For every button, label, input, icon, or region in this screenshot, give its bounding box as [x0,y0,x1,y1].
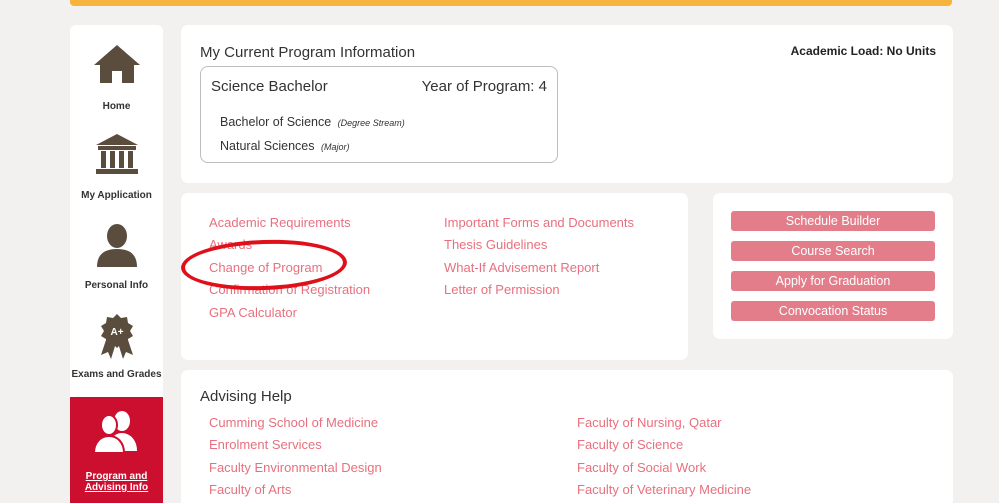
program-info-title: My Current Program Information [200,44,416,61]
sidebar-item-label: Personal Info [84,280,149,291]
program-box: Science Bachelor Year of Program: 4 Bach… [200,66,558,163]
link-confirmation-of-registration[interactable]: Confirmation of Registration [209,282,370,297]
link-thesis-guidelines[interactable]: Thesis Guidelines [444,237,547,252]
link-faculty-of-science[interactable]: Faculty of Science [577,437,683,452]
link-faculty-environmental-design[interactable]: Faculty Environmental Design [209,460,382,475]
sidebar-nav: Home My Application Personal Info A+ Exa… [70,25,163,503]
sidebar-item-label: Home [102,101,131,112]
schedule-builder-button[interactable]: Schedule Builder [731,211,935,231]
sidebar-item-home[interactable]: Home [70,43,163,115]
link-letter-of-permission[interactable]: Letter of Permission [444,282,560,297]
link-gpa-calculator[interactable]: GPA Calculator [209,305,297,320]
degree-name: Bachelor of Science [220,115,332,129]
major-name: Natural Sciences [220,139,315,153]
sidebar-item-my-application[interactable]: My Application [70,133,163,205]
course-search-button[interactable]: Course Search [731,241,935,261]
major-line: Natural Sciences (Major) [220,139,349,153]
quick-actions-card: Schedule Builder Course Search Apply for… [713,193,953,339]
house-icon [93,45,140,83]
link-what-if-report[interactable]: What-If Advisement Report [444,260,599,275]
svg-text:A+: A+ [110,327,123,338]
advising-help-title: Advising Help [200,388,292,405]
program-name: Science Bachelor [211,78,328,95]
sidebar-item-program-advising[interactable]: Program and Advising Info [70,397,163,503]
links-card: Academic Requirements Awards Change of P… [181,193,688,360]
sidebar-item-label: My Application [81,190,152,201]
top-accent-bar [70,0,952,6]
advising-help-card: Advising Help Cumming School of Medicine… [181,370,953,503]
link-cumming-school-of-medicine[interactable]: Cumming School of Medicine [209,415,378,430]
link-faculty-of-arts[interactable]: Faculty of Arts [209,482,291,497]
institution-icon [95,134,138,174]
people-icon [92,411,137,453]
link-academic-requirements[interactable]: Academic Requirements [209,215,351,230]
person-icon [96,224,137,267]
sidebar-item-label: Program and Advising Info [84,471,149,493]
degree-note: (Degree Stream) [337,118,405,128]
link-faculty-of-social-work[interactable]: Faculty of Social Work [577,460,706,475]
major-note: (Major) [320,142,350,152]
convocation-status-button[interactable]: Convocation Status [731,301,935,321]
degree-line: Bachelor of Science (Degree Stream) [220,115,405,129]
link-faculty-of-veterinary-medicine[interactable]: Faculty of Veterinary Medicine [577,482,751,497]
academic-load: Academic Load: No Units [790,44,936,58]
program-year: Year of Program: 4 [421,78,547,95]
program-info-card: My Current Program Information Academic … [181,25,953,183]
link-awards[interactable]: Awards [209,237,252,252]
apply-for-graduation-button[interactable]: Apply for Graduation [731,271,935,291]
link-faculty-of-nursing-qatar[interactable]: Faculty of Nursing, Qatar [577,415,722,430]
sidebar-item-exams-grades[interactable]: A+ Exams and Grades [70,313,163,393]
grade-ribbon-icon: A+ [100,314,133,359]
sidebar-item-label: Exams and Grades [71,369,162,380]
link-important-forms[interactable]: Important Forms and Documents [444,215,634,230]
sidebar-item-personal-info[interactable]: Personal Info [70,223,163,295]
link-enrolment-services[interactable]: Enrolment Services [209,437,322,452]
link-change-of-program[interactable]: Change of Program [209,260,322,275]
